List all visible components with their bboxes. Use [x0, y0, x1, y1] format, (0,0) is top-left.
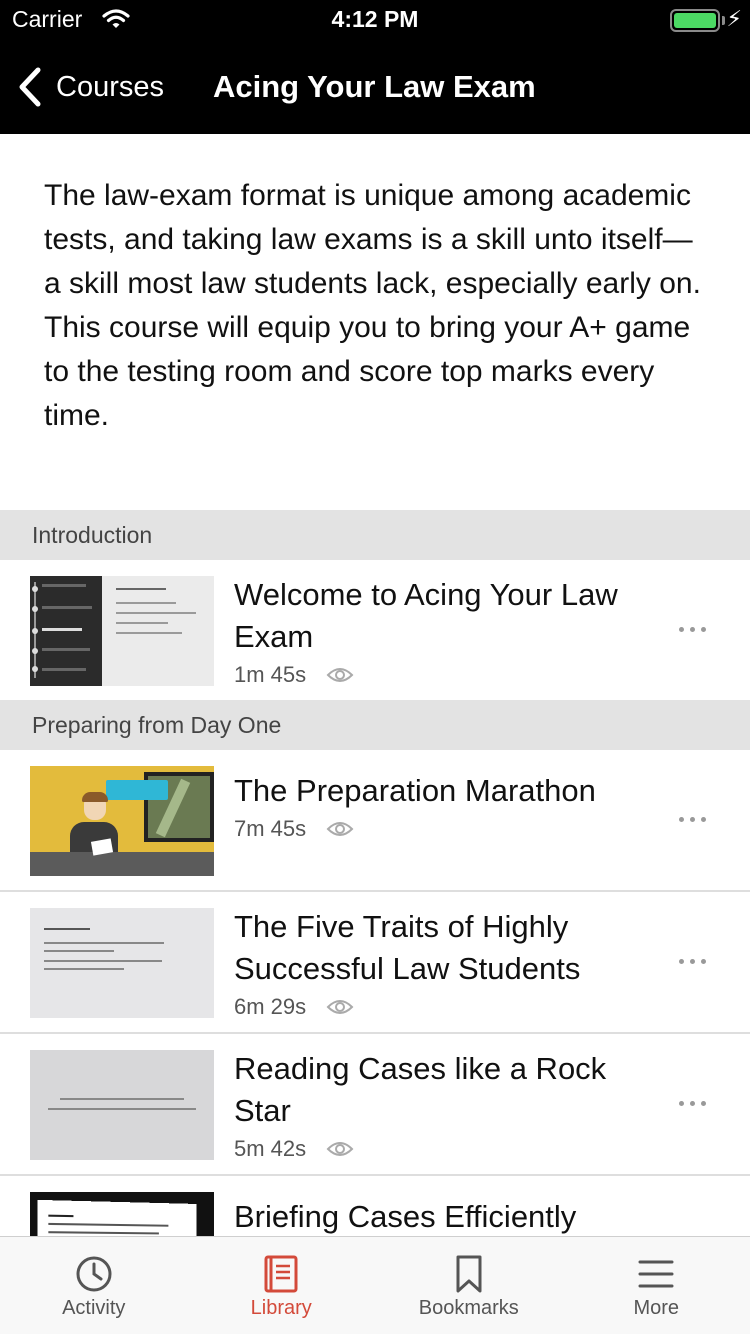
tab-bar: Activity Library Bookmarks More: [0, 1236, 750, 1334]
lesson-duration: 1m 45s: [234, 662, 307, 687]
lesson-row[interactable]: Reading Cases like a Rock Star 5m 42s: [0, 1034, 750, 1176]
tab-library[interactable]: Library: [188, 1237, 376, 1334]
tab-label: Library: [250, 1297, 312, 1319]
status-bar: Carrier 4:12 PM ⚡︎: [0, 0, 750, 40]
lesson-thumbnail: [30, 1192, 214, 1236]
tab-more[interactable]: More: [563, 1237, 750, 1334]
more-options-icon[interactable]: [679, 817, 706, 822]
clock-icon: [76, 1256, 112, 1292]
lesson-duration: 7m 45s: [234, 816, 307, 841]
lesson-title: The Preparation Marathon: [234, 773, 596, 808]
tab-bookmarks[interactable]: Bookmarks: [375, 1237, 563, 1334]
lesson-thumbnail: [30, 908, 214, 1018]
lesson-text: Welcome to Acing Your Law Exam 1m 45s: [234, 574, 660, 688]
lesson-meta: 6m 29s: [234, 994, 660, 1020]
status-time: 4:12 PM: [331, 6, 419, 32]
page-title: Acing Your Law Exam: [213, 69, 536, 104]
tab-label: More: [633, 1297, 680, 1319]
lesson-title: Welcome to Acing Your Law Exam: [234, 577, 618, 654]
lesson-title: Reading Cases like a Rock Star: [234, 1051, 607, 1128]
eye-icon: [326, 1000, 354, 1014]
menu-icon: [638, 1260, 674, 1288]
back-button[interactable]: Courses: [18, 62, 164, 112]
book-icon: [264, 1255, 298, 1293]
lesson-row[interactable]: The Preparation Marathon 7m 45s: [0, 750, 750, 892]
eye-icon: [326, 668, 354, 682]
lesson-duration: 5m 42s: [234, 1136, 307, 1161]
course-description: The law-exam format is unique among acad…: [44, 179, 701, 432]
battery-cap: [722, 16, 725, 25]
more-options-icon[interactable]: [679, 959, 706, 964]
charging-bolt-icon: ⚡︎: [726, 6, 742, 31]
lesson-meta: 7m 45s: [234, 816, 660, 842]
course-content[interactable]: The law-exam format is unique among acad…: [0, 134, 750, 1236]
lesson-text: The Preparation Marathon 7m 45s: [234, 770, 660, 842]
bookmark-icon: [456, 1255, 482, 1293]
more-options-icon[interactable]: [679, 1101, 706, 1106]
lesson-thumbnail: [30, 1050, 214, 1160]
lesson-row[interactable]: The Five Traits of Highly Successful Law…: [0, 892, 750, 1034]
section-header-preparing: Preparing from Day One: [0, 700, 750, 750]
eye-icon: [326, 1142, 354, 1156]
section-header-introduction: Introduction: [0, 510, 750, 560]
lesson-title: Briefing Cases Efficiently: [234, 1199, 577, 1234]
eye-icon: [326, 822, 354, 836]
lesson-title: The Five Traits of Highly Successful Law…: [234, 909, 581, 986]
lesson-text: The Five Traits of Highly Successful Law…: [234, 906, 660, 1020]
back-label: Courses: [56, 70, 164, 103]
lesson-row[interactable]: Welcome to Acing Your Law Exam 1m 45s: [0, 560, 750, 700]
tab-label: Bookmarks: [418, 1297, 519, 1319]
battery-icon: [670, 9, 720, 32]
top-bar: Carrier 4:12 PM ⚡︎ Courses Acing Your La…: [0, 0, 750, 134]
lesson-row[interactable]: Briefing Cases Efficiently: [0, 1176, 750, 1236]
lesson-thumbnail: [30, 766, 214, 876]
more-options-icon[interactable]: [679, 627, 706, 632]
lesson-text: Briefing Cases Efficiently: [234, 1196, 660, 1236]
lesson-duration: 6m 29s: [234, 994, 307, 1019]
lesson-meta: 1m 45s: [234, 662, 660, 688]
lesson-thumbnail: [30, 576, 214, 686]
tab-label: Activity: [62, 1297, 126, 1319]
tab-activity[interactable]: Activity: [0, 1237, 188, 1334]
lesson-text: Reading Cases like a Rock Star 5m 42s: [234, 1048, 660, 1162]
chevron-left-icon: [19, 67, 41, 107]
lesson-meta: 5m 42s: [234, 1136, 660, 1162]
